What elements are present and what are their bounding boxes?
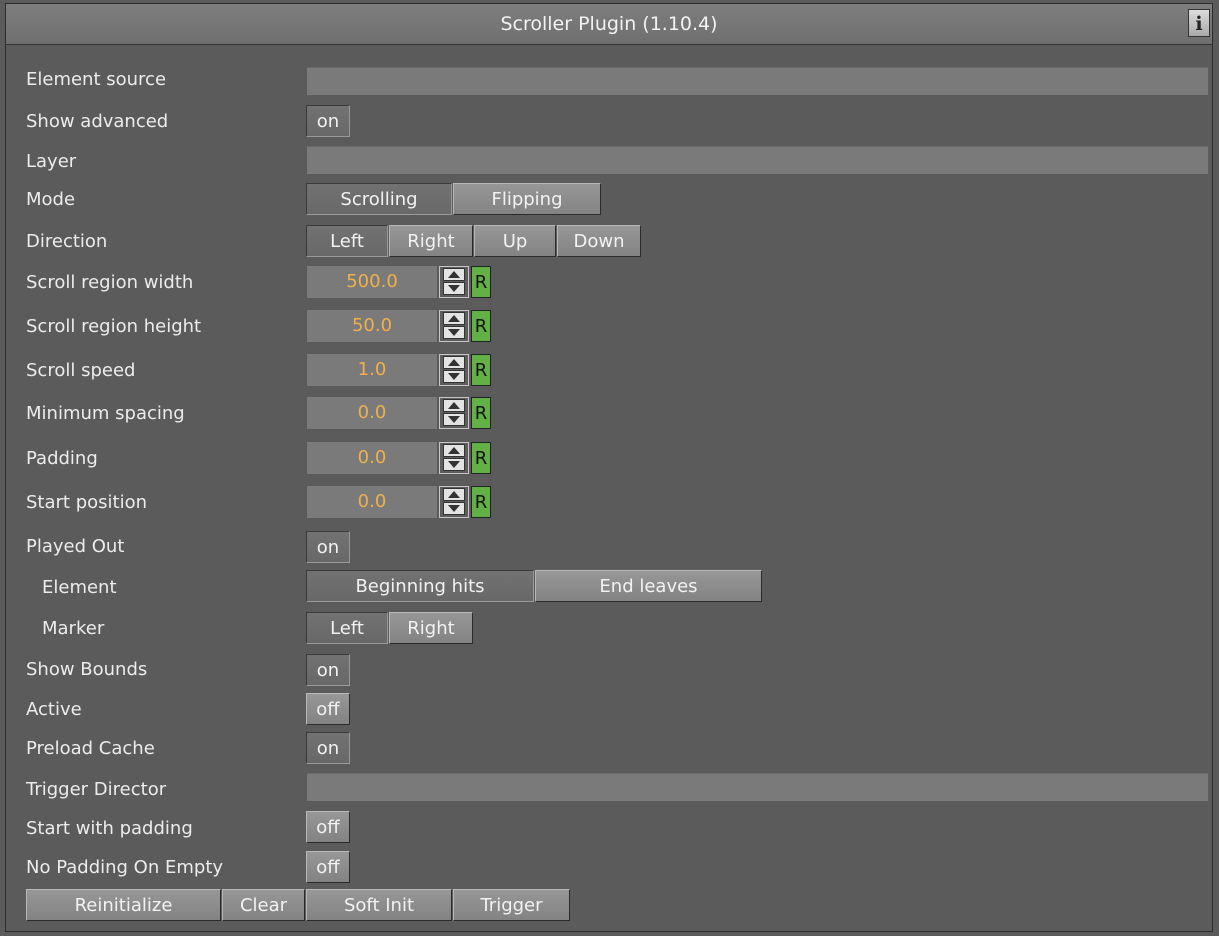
played-out-toggle[interactable]: on (306, 531, 350, 563)
clear-button[interactable]: Clear (222, 889, 305, 921)
scroll-speed-label: Scroll speed (26, 360, 136, 381)
minimum-spacing-reset-button[interactable]: R (471, 397, 491, 429)
preload-cache-label: Preload Cache (26, 738, 155, 759)
padding-input[interactable]: 0.0 (307, 442, 437, 474)
direction-up-button[interactable]: Up (474, 225, 556, 257)
start-position-input[interactable]: 0.0 (307, 486, 437, 518)
show-bounds-label: Show Bounds (26, 659, 148, 680)
spin-up-icon[interactable] (443, 268, 465, 281)
reinitialize-button[interactable]: Reinitialize (26, 889, 221, 921)
spin-down-icon[interactable] (443, 326, 465, 339)
info-icon[interactable]: i (1188, 9, 1210, 37)
start-position-reset-button[interactable]: R (471, 486, 491, 518)
soft-init-button[interactable]: Soft Init (306, 889, 452, 921)
active-toggle[interactable]: off (306, 693, 350, 725)
element-source-field[interactable] (307, 67, 1208, 95)
trigger-director-label: Trigger Director (26, 779, 167, 800)
scroll-speed-spinner[interactable] (439, 354, 469, 386)
marker-label: Marker (42, 618, 105, 639)
start-position-spinner[interactable] (439, 486, 469, 518)
show-bounds-toggle[interactable]: on (306, 654, 350, 686)
active-label: Active (26, 699, 82, 720)
spin-down-icon[interactable] (443, 413, 465, 426)
marker-right-button[interactable]: Right (389, 612, 473, 644)
spin-up-icon[interactable] (443, 488, 465, 501)
trigger-button[interactable]: Trigger (453, 889, 570, 921)
show-advanced-label: Show advanced (26, 111, 169, 132)
no-padding-on-empty-toggle[interactable]: off (306, 851, 350, 883)
panel-title: Scroller Plugin (1.10.4) (6, 4, 1212, 45)
played-out-label: Played Out (26, 536, 125, 557)
minimum-spacing-label: Minimum spacing (26, 403, 185, 424)
mode-scrolling-button[interactable]: Scrolling (306, 183, 452, 215)
start-with-padding-toggle[interactable]: off (306, 811, 350, 843)
scroll-region-height-spinner[interactable] (439, 310, 469, 342)
padding-label: Padding (26, 448, 98, 469)
scroll-region-width-label: Scroll region width (26, 272, 194, 293)
mode-label: Mode (26, 189, 76, 210)
start-position-label: Start position (26, 492, 147, 513)
trigger-director-field[interactable] (307, 773, 1208, 801)
marker-left-button[interactable]: Left (306, 612, 388, 644)
padding-reset-button[interactable]: R (471, 442, 491, 474)
no-padding-on-empty-label: No Padding On Empty (26, 857, 224, 878)
padding-spinner[interactable] (439, 442, 469, 474)
spin-down-icon[interactable] (443, 502, 465, 515)
element-label: Element (42, 577, 117, 598)
direction-label: Direction (26, 231, 108, 252)
spin-up-icon[interactable] (443, 312, 465, 325)
direction-down-button[interactable]: Down (557, 225, 641, 257)
element-source-label: Element source (26, 69, 167, 90)
minimum-spacing-input[interactable]: 0.0 (307, 397, 437, 429)
element-end-leaves-button[interactable]: End leaves (535, 570, 762, 602)
scroll-region-height-reset-button[interactable]: R (471, 310, 491, 342)
direction-right-button[interactable]: Right (389, 225, 473, 257)
minimum-spacing-spinner[interactable] (439, 397, 469, 429)
mode-flipping-button[interactable]: Flipping (453, 183, 601, 215)
scroll-speed-input[interactable]: 1.0 (307, 354, 437, 386)
scroll-region-height-input[interactable]: 50.0 (307, 310, 437, 342)
spin-down-icon[interactable] (443, 282, 465, 295)
element-beginning-hits-button[interactable]: Beginning hits (306, 570, 534, 602)
scroll-region-width-input[interactable]: 500.0 (307, 266, 437, 298)
scroll-region-width-reset-button[interactable]: R (471, 266, 491, 298)
scroll-region-width-spinner[interactable] (439, 266, 469, 298)
layer-label: Layer (26, 151, 77, 172)
spin-up-icon[interactable] (443, 399, 465, 412)
spin-up-icon[interactable] (443, 356, 465, 369)
start-with-padding-label: Start with padding (26, 818, 193, 839)
layer-field[interactable] (307, 146, 1208, 174)
spin-down-icon[interactable] (443, 458, 465, 471)
scroll-region-height-label: Scroll region height (26, 316, 202, 337)
spin-down-icon[interactable] (443, 370, 465, 383)
scroll-speed-reset-button[interactable]: R (471, 354, 491, 386)
spin-up-icon[interactable] (443, 444, 465, 457)
plugin-panel: Scroller Plugin (1.10.4) i Element sourc… (5, 3, 1213, 932)
direction-left-button[interactable]: Left (306, 225, 388, 257)
preload-cache-toggle[interactable]: on (306, 732, 350, 764)
show-advanced-toggle[interactable]: on (306, 105, 350, 137)
